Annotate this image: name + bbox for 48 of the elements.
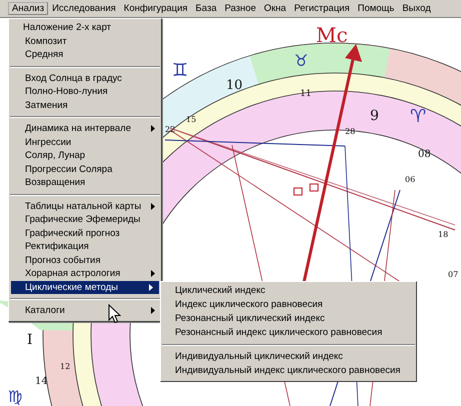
house-number: 9 — [370, 108, 379, 124]
menu-item[interactable]: Циклический индекс — [161, 284, 416, 298]
menu-bar-item[interactable]: База — [192, 2, 221, 15]
degree-label: 06 — [405, 175, 416, 184]
mc-label: Mc — [316, 23, 348, 47]
menu-item[interactable]: Затмения — [9, 98, 161, 112]
menu-item[interactable]: Графический прогноз — [9, 226, 161, 240]
menu-item[interactable]: Возвращения — [9, 176, 161, 190]
zodiac-sign: ♉ — [294, 51, 308, 70]
degree-label: 12 — [60, 362, 70, 371]
menu-bar-item[interactable]: Выход — [398, 2, 435, 15]
menu-item[interactable]: Каталоги — [9, 304, 161, 318]
house-number: I — [27, 332, 33, 348]
menu-item[interactable]: Резонансный циклический индекс — [161, 312, 416, 326]
degree-label: 15 — [186, 115, 196, 124]
zodiac-sign: ♍ — [8, 387, 22, 406]
menu-item[interactable]: Динамика на интервале — [9, 122, 161, 136]
degree-label: 07 — [448, 270, 458, 279]
menu-item[interactable]: Индивидуальный индекс циклического равновесия — [161, 364, 416, 378]
menu-bar-item[interactable]: Конфигурация — [120, 2, 192, 15]
menu-item[interactable]: Наложение 2-х карт — [9, 21, 161, 34]
house-number: 10 — [226, 78, 243, 93]
menu-item[interactable]: Композит — [9, 34, 161, 48]
menu-bar-item[interactable]: Разное — [220, 2, 260, 15]
zodiac-sign: ♊ — [172, 60, 188, 81]
menu-item[interactable]: Таблицы натальной карты — [9, 200, 161, 213]
menu-item[interactable]: Ректификация — [9, 240, 161, 254]
menu-item[interactable]: Ингрессии — [9, 136, 161, 149]
menu-item[interactable]: Индекс циклического равновесия — [161, 298, 416, 312]
menu-bar-item[interactable]: Анализ — [8, 2, 48, 15]
house-number: 08 — [418, 149, 431, 160]
menu-item[interactable]: Индивидуальный циклический индекс — [161, 350, 416, 364]
menu-item[interactable]: Графические Эфемериды — [9, 213, 161, 226]
menu-item[interactable]: Прогрессии Соляра — [9, 162, 161, 176]
menu-bar-item[interactable]: Помощь — [354, 2, 398, 15]
menu-item[interactable]: Соляр, Лунар — [9, 149, 161, 162]
menu-bar-item[interactable]: Окна — [260, 2, 290, 15]
menu-item[interactable]: Прогноз события — [9, 254, 161, 267]
degree-label: 18 — [438, 230, 448, 239]
menu-item[interactable]: Средняя — [9, 48, 161, 62]
menu-item[interactable]: Резонансный индекс циклического равновесия — [161, 326, 416, 340]
menu-bar-item[interactable]: Исследования — [48, 2, 120, 15]
menu-item[interactable]: Хорарная астрология — [9, 267, 161, 280]
menu-item[interactable]: Вход Солнца в градус — [9, 72, 161, 85]
zodiac-sign: ♈ — [410, 106, 426, 127]
menu-bar-item[interactable]: Регистрация — [290, 2, 354, 15]
menu-item[interactable]: Полно-Ново-луния — [9, 85, 161, 98]
menu-item[interactable]: Циклические методы — [11, 280, 159, 294]
